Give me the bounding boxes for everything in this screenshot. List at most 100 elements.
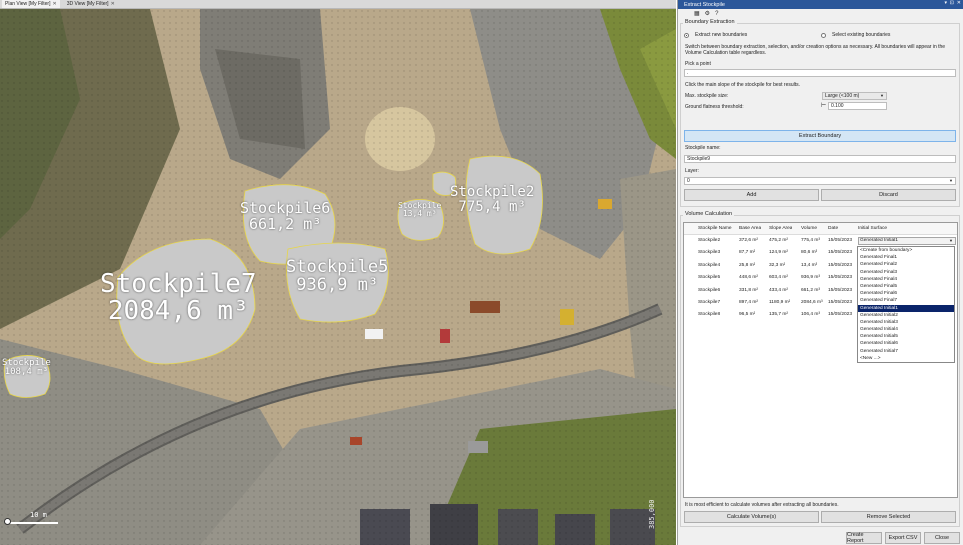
max-size-select[interactable]: Large (<100 m) ▼	[822, 92, 887, 100]
group-title: Volume Calculation	[683, 211, 735, 217]
dropdown-option[interactable]: Generated Final3	[858, 269, 954, 276]
dropdown-option[interactable]: Generated Initial4	[858, 326, 954, 333]
dropdown-option[interactable]: Generated Final5	[858, 283, 954, 290]
table-cell: 661,2 m³	[801, 287, 820, 293]
dropdown-option[interactable]: Generated Initial6	[858, 340, 954, 347]
table-cell: 32,3 m²	[769, 262, 786, 268]
table-cell: Stockpile3	[698, 250, 721, 256]
plan-view-map[interactable]: Stockpile7 2084,6 m³ Stockpile6 661,2 m³…	[0, 9, 676, 545]
dropdown-option[interactable]: Generated Final4	[858, 276, 954, 283]
initial-surface-select[interactable]: Generated Initial1 ▼	[858, 237, 956, 245]
table-cell: 936,9 m³	[801, 275, 820, 281]
stockpile-label[interactable]: Stockpile2 775,4 m³	[450, 185, 534, 214]
pick-point-label: Pick a point	[685, 61, 711, 67]
table-cell: 433,4 m²	[769, 287, 788, 293]
close-icon[interactable]: ✕	[957, 0, 961, 6]
stockpile-label[interactable]: Stockpile5 936,9 m³	[286, 258, 388, 295]
dropdown-option[interactable]: Generated Initial5	[858, 333, 954, 340]
click-hint: Click the main slope of the stockpile fo…	[685, 82, 801, 88]
dropdown-option[interactable]: <New ...>	[858, 355, 954, 362]
select-existing-radio[interactable]	[821, 33, 826, 38]
table-cell: Stockpile8	[698, 312, 721, 318]
stockpile-label[interactable]: Stockpile 108,4 m³	[2, 358, 51, 378]
add-button[interactable]: Add	[684, 189, 819, 201]
dropdown-option[interactable]: Generated Final1	[858, 254, 954, 261]
button-label: Extract Boundary	[798, 133, 842, 139]
table-cell: 25,8 m²	[739, 262, 756, 268]
column-header[interactable]: Base Area	[739, 223, 761, 235]
select-value: Generated Initial1	[860, 238, 898, 243]
dropdown-option[interactable]: Generated Final6	[858, 290, 954, 297]
table-cell: 15/05/2023	[828, 300, 853, 305]
layer-label: Layer:	[685, 168, 699, 174]
extract-new-radio[interactable]	[684, 33, 689, 38]
stockpile-volume: 2084,6 m³	[107, 296, 249, 327]
dropdown-option[interactable]: Generated Final7	[858, 297, 954, 304]
calculate-volumes-button[interactable]: Calculate Volume(s)	[684, 511, 819, 523]
table-cell: 96,5 m²	[739, 312, 756, 318]
button-label: Export CSV	[888, 535, 918, 541]
layer-select[interactable]: 0 ▼	[684, 177, 956, 185]
radio-label: Extract new boundaries	[695, 32, 748, 38]
stockpile-volume: 13,4 m³	[402, 209, 437, 219]
column-header[interactable]: Initial Surface	[858, 223, 887, 235]
slider-icon[interactable]: ⊢	[821, 103, 826, 109]
pick-point-field[interactable]: .	[684, 69, 956, 77]
column-header[interactable]: Volume	[801, 223, 817, 235]
dropdown-option[interactable]: Generated Initial3	[858, 319, 954, 326]
panel-toolbar: ▦ ⚙ ?	[678, 9, 963, 18]
scale-bar: 10 m	[4, 510, 64, 540]
tab-plan-view[interactable]: Plan View [My Filter] ✕	[2, 0, 60, 8]
flatness-field[interactable]: 0.100	[828, 102, 887, 110]
chevron-down-icon: ▼	[949, 238, 953, 243]
panel-title: Extract Stockpile	[684, 1, 725, 8]
table-cell: 775,4 m³	[801, 238, 820, 243]
help-icon[interactable]: ?	[715, 11, 718, 17]
table-cell: 475,2 m²	[769, 238, 788, 243]
button-label: Discard	[879, 192, 898, 198]
group-title: Boundary Extraction	[683, 19, 737, 25]
table-cell: 15/05/2023	[828, 262, 853, 268]
stockpile-label[interactable]: Stockpile 13,4 m³	[398, 201, 441, 219]
initial-surface-dropdown[interactable]: <Create from boundary> Generated Final1 Ge…	[857, 246, 955, 363]
scale-line	[8, 522, 58, 524]
tab-label: Plan View [My Filter]	[5, 1, 51, 7]
minimize-icon[interactable]: ▾	[944, 0, 947, 6]
remove-selected-button[interactable]: Remove Selected	[821, 511, 956, 523]
column-header[interactable]: Slope Area	[769, 223, 792, 235]
close-icon[interactable]: ✕	[111, 0, 115, 8]
help-text: Switch between boundary extraction, sele…	[685, 44, 946, 56]
close-icon[interactable]: ✕	[52, 0, 56, 8]
table-cell: Stockpile5	[698, 275, 721, 281]
table-cell: 372,6 m²	[739, 238, 758, 243]
dropdown-option[interactable]: Generated Final2	[858, 261, 954, 268]
stockpile-volume: 661,2 m³	[249, 214, 322, 233]
column-header[interactable]: Stockpile Name	[698, 223, 732, 235]
export-csv-button[interactable]: Export CSV	[885, 532, 921, 544]
dropdown-option[interactable]: <Create from boundary>	[858, 247, 954, 254]
discard-button[interactable]: Discard	[821, 189, 956, 201]
gear-icon[interactable]: ⚙	[705, 10, 710, 17]
pin-icon[interactable]: ⊡	[950, 0, 954, 6]
create-report-button[interactable]: Create Report	[846, 532, 882, 544]
dropdown-option[interactable]: Generated Initial1	[858, 304, 954, 312]
field-value: 0.100	[831, 103, 844, 109]
stockpile-name-field[interactable]: Stockpile9	[684, 155, 956, 163]
table-cell: Stockpile6	[698, 287, 721, 293]
panel-title-bar: Extract Stockpile ▾ ⊡ ✕	[678, 0, 963, 9]
dropdown-option[interactable]: Generated Initial7	[858, 348, 954, 355]
stockpile-label[interactable]: Stockpile7 2084,6 m³	[100, 269, 257, 327]
stockpile-label[interactable]: Stockpile6 661,2 m³	[240, 200, 330, 233]
dropdown-option[interactable]: Generated Initial2	[858, 312, 954, 319]
table-cell: Stockpile4	[698, 262, 721, 268]
table-cell: 1180,9 m²	[769, 300, 791, 305]
table-cell: 2084,6 m³	[801, 300, 823, 305]
column-header[interactable]: Date	[828, 223, 838, 235]
stockpile-name: Stockpile7	[100, 269, 257, 299]
extract-boundary-button[interactable]: Extract Boundary	[684, 130, 956, 142]
button-label: Remove Selected	[866, 514, 911, 520]
close-button[interactable]: Close	[924, 532, 960, 544]
grid-icon[interactable]: ▦	[694, 10, 700, 17]
footer-hint: It is most efficient to calculate volume…	[685, 502, 839, 508]
tab-3d-view[interactable]: 3D View [My Filter] ✕	[64, 0, 118, 8]
